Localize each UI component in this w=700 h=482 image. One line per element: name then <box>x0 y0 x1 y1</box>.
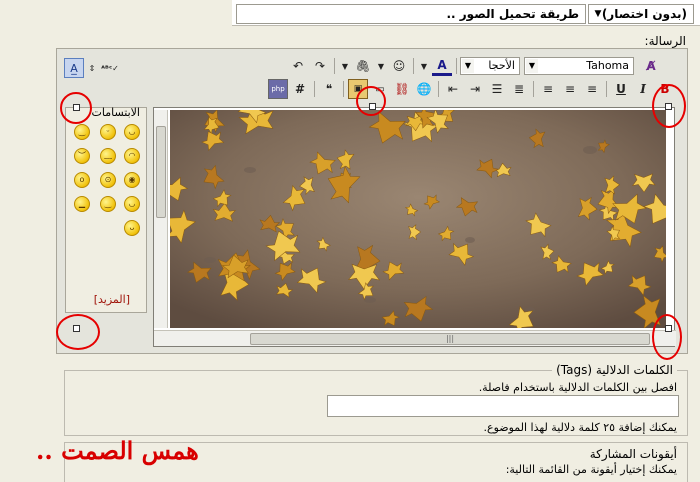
toolbar-left: A̲ ⇕ ᴬᴮᶜ✓ <box>63 57 121 79</box>
post-icons-title: أيقونات المشاركة <box>589 447 677 461</box>
outdent-icon[interactable]: ⇥ <box>465 79 485 99</box>
numbered-list-icon[interactable]: ≣ <box>509 79 529 99</box>
smiley-icon[interactable]: ⊙ <box>100 172 116 188</box>
smiley-icon[interactable]: ﹏ <box>100 148 116 164</box>
quote-icon[interactable]: ❝ <box>319 79 339 99</box>
smiley-icon[interactable]: ▁ <box>74 196 90 212</box>
autumn-leaves-photo <box>170 110 666 328</box>
attach-icon[interactable]: 🖇 <box>353 56 373 76</box>
smiley-icon[interactable]: ◉ <box>124 172 140 188</box>
chevron-down-icon: ▼ <box>462 59 474 73</box>
clear-format-icon[interactable]: A̸ <box>641 56 661 76</box>
align-right-icon[interactable]: ≡ <box>582 79 602 99</box>
toolbar-row-1: ↶ ↷ ▼ 🖇 ▼ ☺ ▼ A الأحجا ▼ Tahoma ▼ A̸ <box>287 55 662 77</box>
annotation-circle <box>60 92 92 124</box>
top-row: طريقة تحميل الصور .. (بدون اختصار) ▼ <box>232 0 700 26</box>
smiley-icon[interactable]: ☺ <box>389 56 409 76</box>
tags-section: الكلمات الدلالية (Tags) افصل بين الكلمات… <box>64 363 688 436</box>
tags-title: الكلمات الدلالية (Tags) <box>552 363 677 377</box>
toolbar-row-2: php # ❝ ▣ ▭ ⛓ 🌐 ⇤ ⇥ ☰ ≣ ≡ ≡ ≡ U I B <box>267 78 676 100</box>
smiley-icon[interactable]: ᴗ <box>124 220 140 236</box>
vertical-scrollbar[interactable] <box>154 110 168 328</box>
smiley-icon[interactable]: ◡ <box>124 196 140 212</box>
chevron-down-icon: ▼ <box>594 9 602 19</box>
font-name-value: Tahoma <box>586 59 629 72</box>
smiley-icon[interactable]: ‿ <box>100 196 116 212</box>
unlink-icon[interactable]: ⛓ <box>392 79 412 99</box>
annotation-circle <box>652 314 682 360</box>
undo-icon[interactable]: ↶ <box>288 56 308 76</box>
editor-content-area[interactable]: ||| <box>153 107 676 347</box>
php-icon[interactable]: php <box>268 79 288 99</box>
smiley-icon[interactable]: ◡ <box>124 124 140 140</box>
italic-icon[interactable]: I <box>633 79 653 99</box>
chevron-down-icon[interactable]: ▼ <box>418 56 430 76</box>
annotation-circle <box>56 314 100 350</box>
align-center-icon[interactable]: ≡ <box>560 79 580 99</box>
smilies-title: الابتسامات <box>91 106 140 119</box>
chevron-down-icon[interactable]: ▼ <box>339 56 351 76</box>
hash-icon[interactable]: # <box>290 79 310 99</box>
prefix-select-label: (بدون اختصار) <box>601 7 687 21</box>
smiley-icon[interactable]: ︶ <box>74 148 90 164</box>
redo-icon[interactable]: ↷ <box>310 56 330 76</box>
spellcheck-icon[interactable]: ᴬᴮᶜ✓ <box>100 58 120 78</box>
signature-watermark: همس الصمت .. <box>36 436 199 465</box>
tags-input[interactable] <box>327 395 679 417</box>
message-label: الرسالة: <box>644 34 686 48</box>
bullet-list-icon[interactable]: ☰ <box>487 79 507 99</box>
leaves-image <box>170 110 666 328</box>
more-smilies-link[interactable]: [المزيد] <box>94 293 130 306</box>
link-icon[interactable]: 🌐 <box>414 79 434 99</box>
smiley-icon[interactable]: ◠ <box>124 148 140 164</box>
toggle-size-icon[interactable]: ⇕ <box>86 58 98 78</box>
thread-title-input[interactable]: طريقة تحميل الصور .. <box>236 4 586 24</box>
switch-mode-icon[interactable]: A̲ <box>64 58 84 78</box>
tags-limit-text: يمكنك إضافة ٢٥ كلمة دلالية لهذا الموضوع. <box>483 421 677 434</box>
scroll-thumb[interactable] <box>156 126 166 218</box>
font-size-value: الأحجا <box>488 59 515 72</box>
chevron-down-icon[interactable]: ▼ <box>375 56 387 76</box>
horizontal-scrollbar[interactable]: ||| <box>154 330 676 346</box>
underline-icon[interactable]: U <box>611 79 631 99</box>
align-left-icon[interactable]: ≡ <box>538 79 558 99</box>
smiley-icon[interactable]: ‿ <box>74 124 90 140</box>
annotation-circle <box>356 86 386 116</box>
font-name-select[interactable]: Tahoma ▼ <box>524 57 634 75</box>
scroll-thumb[interactable]: ||| <box>250 333 650 345</box>
indent-icon[interactable]: ⇤ <box>443 79 463 99</box>
tags-hint: افصل بين الكلمات الدلالية باستخدام فاصلة… <box>478 381 677 394</box>
font-size-select[interactable]: الأحجا ▼ <box>460 57 520 75</box>
smiley-icon[interactable]: ᵕ <box>100 124 116 140</box>
post-icons-hint: يمكنك إختيار أيقونة من القائمة التالية: <box>505 463 677 476</box>
annotation-circle <box>652 84 686 128</box>
smiley-icon[interactable]: o <box>74 172 90 188</box>
text-color-icon[interactable]: A <box>432 56 452 76</box>
prefix-select[interactable]: (بدون اختصار) ▼ <box>588 4 694 24</box>
smilies-panel: الابتسامات ‿ ᵕ ◡ ︶ ﹏ ◠ o ⊙ ◉ ▁ ‿ ◡ ᴗ [ال… <box>65 106 147 313</box>
chevron-down-icon: ▼ <box>526 59 538 73</box>
